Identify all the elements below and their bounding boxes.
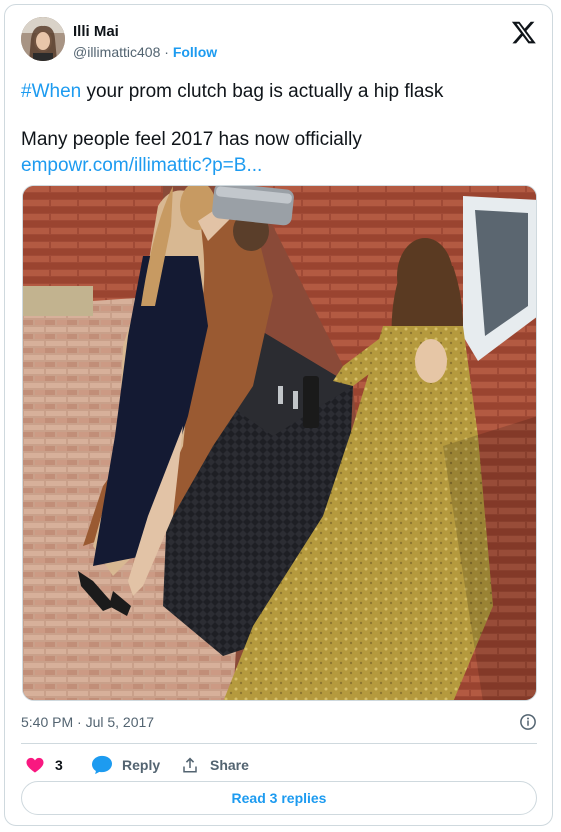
info-icon[interactable] <box>519 713 537 731</box>
like-count: 3 <box>55 757 63 773</box>
read-replies-button[interactable]: Read 3 replies <box>21 781 537 815</box>
tweet-timestamp[interactable]: 5:40 PM · Jul 5, 2017 <box>21 714 154 730</box>
tweet-photo[interactable] <box>22 185 537 701</box>
author-handle-row: @illimattic408 · Follow <box>73 44 217 61</box>
author-display-name[interactable]: Illi Mai <box>73 23 119 41</box>
hashtag-link[interactable]: #When <box>21 81 81 102</box>
tweet-line-2: Many people feel 2017 has now officially <box>21 129 362 150</box>
separator-dot: · <box>164 44 169 60</box>
share-label: Share <box>210 757 249 773</box>
divider <box>21 743 537 744</box>
follow-link[interactable]: Follow <box>173 44 217 60</box>
tweet-line-1-text: your prom clutch bag is actually a hip f… <box>81 81 444 102</box>
reply-bubble-icon <box>92 755 112 775</box>
share-icon <box>183 757 197 773</box>
author-handle[interactable]: @illimattic408 <box>73 44 160 60</box>
tweet-line-1: #When your prom clutch bag is actually a… <box>21 79 536 105</box>
heart-icon <box>26 757 44 773</box>
tweet-text: #When your prom clutch bag is actually a… <box>21 79 536 179</box>
like-button[interactable]: 3 <box>25 753 75 777</box>
photo-illustration <box>23 186 536 700</box>
avatar-photo <box>21 17 65 61</box>
reply-label: Reply <box>122 757 161 773</box>
author-avatar[interactable] <box>21 17 65 61</box>
reply-button[interactable]: Reply <box>91 753 181 777</box>
tweet-url-link[interactable]: empowr.com/illimattic?p=B... <box>21 155 262 176</box>
timestamp-row: 5:40 PM · Jul 5, 2017 <box>21 711 537 733</box>
tweet-card: Illi Mai @illimattic408 · Follow #When y… <box>4 4 553 826</box>
share-button[interactable]: Share <box>181 753 271 777</box>
x-logo-icon[interactable] <box>511 19 537 45</box>
